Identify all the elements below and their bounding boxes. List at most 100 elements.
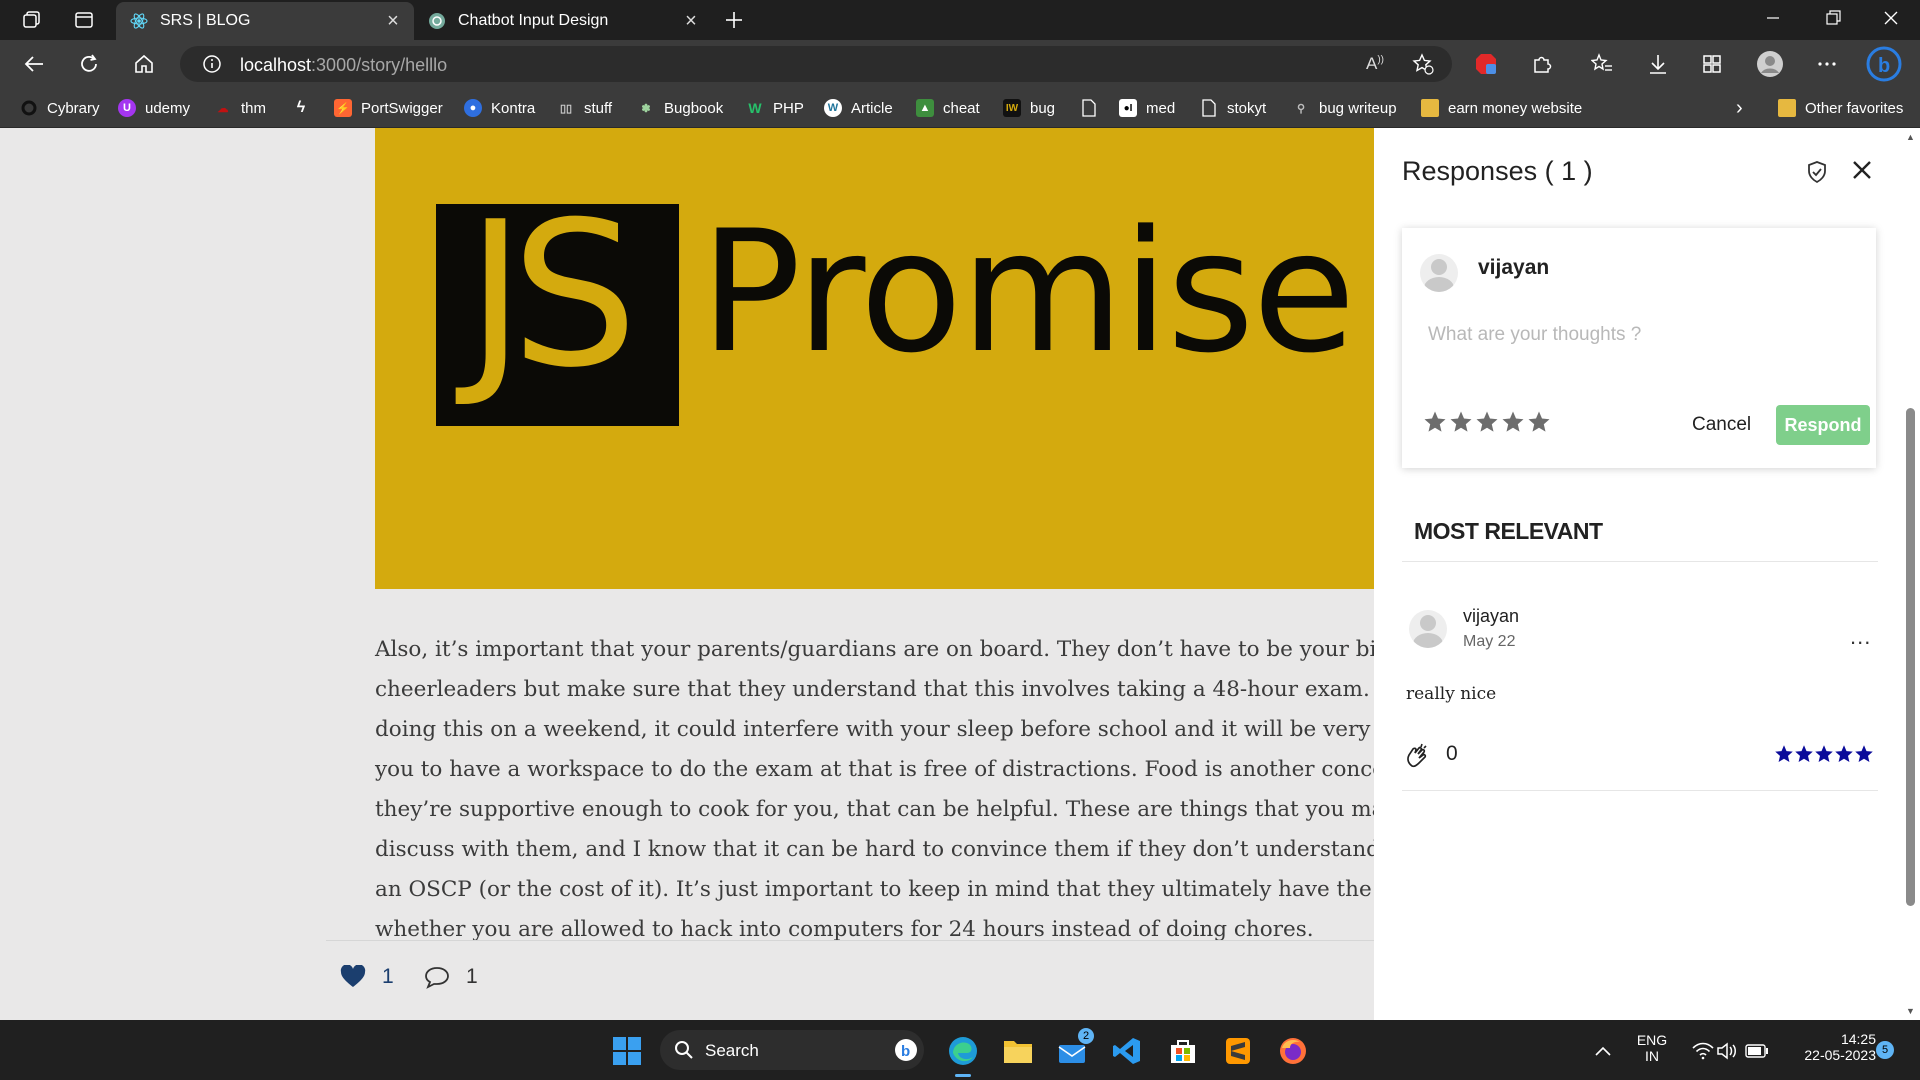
profile-avatar-icon[interactable] bbox=[1756, 50, 1784, 78]
star-icon[interactable] bbox=[1526, 410, 1552, 434]
more-options-icon[interactable]: ... bbox=[1850, 624, 1871, 650]
sublime-text-icon[interactable] bbox=[1221, 1034, 1255, 1068]
bookmark-php[interactable]: W PHP bbox=[746, 97, 803, 119]
bookmark-stuff[interactable]: ▯▯ stuff bbox=[557, 97, 612, 119]
star-icon[interactable] bbox=[1448, 410, 1474, 434]
response-input[interactable] bbox=[1428, 324, 1848, 346]
close-icon[interactable] bbox=[1850, 158, 1874, 187]
taskbar-search-box[interactable]: Search b bbox=[660, 1030, 924, 1070]
page-content: JS Promise Also, it’s important that you… bbox=[0, 128, 1920, 1020]
bookmarks-overflow-chevron-icon[interactable]: › bbox=[1736, 97, 1743, 119]
tab-chatbot-input-design[interactable]: Chatbot Input Design × bbox=[414, 2, 712, 40]
volume-icon[interactable] bbox=[1710, 1034, 1744, 1068]
bookmark-bug[interactable]: IW bug bbox=[1003, 97, 1055, 119]
site-info-icon[interactable] bbox=[202, 54, 222, 79]
like-button[interactable]: 1 bbox=[340, 965, 394, 989]
battery-icon[interactable] bbox=[1740, 1034, 1774, 1068]
file-explorer-icon[interactable] bbox=[1001, 1034, 1035, 1068]
scroll-up-icon[interactable]: ▲ bbox=[1906, 132, 1915, 142]
clock-date: 22-05-2023 bbox=[1804, 1047, 1876, 1063]
portswigger-icon: ⚡ bbox=[334, 99, 352, 117]
article-line: Also, it’s important that your parents/g… bbox=[375, 637, 1391, 662]
bookmark-article[interactable]: W Article bbox=[824, 97, 893, 119]
favorites-icon[interactable] bbox=[1590, 52, 1614, 76]
bing-icon: b bbox=[894, 1038, 918, 1067]
settings-more-icon[interactable] bbox=[1815, 52, 1839, 76]
scrollbar-thumb[interactable] bbox=[1906, 408, 1915, 906]
bookmark-stokyt[interactable]: stokyt bbox=[1200, 97, 1266, 119]
close-tab-icon[interactable]: × bbox=[384, 11, 402, 31]
bookmark-bug-writeup[interactable]: ⚲ bug writeup bbox=[1292, 97, 1397, 119]
article-line: discuss with them, and I know that it ca… bbox=[375, 837, 1380, 862]
bookmark-earn-money-website[interactable]: earn money website bbox=[1421, 97, 1582, 119]
edge-browser-icon[interactable] bbox=[946, 1034, 980, 1068]
clock[interactable]: 14:25 22-05-2023 bbox=[1780, 1031, 1876, 1063]
back-arrow-icon[interactable] bbox=[22, 52, 46, 76]
windows-taskbar: Search b 2 ENG IN 14:25 22-05-2023 5 bbox=[0, 1020, 1920, 1080]
star-icon[interactable] bbox=[1474, 410, 1500, 434]
respond-button[interactable]: Respond bbox=[1776, 405, 1870, 445]
tab-srs-blog[interactable]: SRS | BLOG × bbox=[116, 2, 414, 40]
article-hero-image: JS Promise bbox=[375, 128, 1375, 589]
refresh-icon[interactable] bbox=[77, 52, 101, 76]
downloads-icon[interactable] bbox=[1646, 52, 1670, 76]
bookmark-portswigger[interactable]: ⚡ PortSwigger bbox=[334, 97, 443, 119]
comment-username[interactable]: vijayan bbox=[1463, 606, 1519, 627]
wordpress-icon: W bbox=[824, 99, 842, 117]
new-tab-icon[interactable] bbox=[722, 8, 746, 32]
shield-icon[interactable] bbox=[1806, 160, 1828, 189]
star-icon[interactable] bbox=[1500, 410, 1526, 434]
adblock-extension-icon[interactable] bbox=[1474, 52, 1498, 76]
tab-title: Chatbot Input Design bbox=[458, 12, 609, 29]
page-scrollbar[interactable]: ▲ ▼ bbox=[1902, 128, 1920, 1020]
collections-icon[interactable] bbox=[1700, 52, 1724, 76]
close-window-button[interactable] bbox=[1876, 8, 1906, 32]
language-indicator[interactable]: ENG IN bbox=[1632, 1032, 1672, 1064]
windows-start-icon[interactable] bbox=[610, 1034, 644, 1068]
bookmark-bugbook[interactable]: ✽ Bugbook bbox=[637, 97, 723, 119]
system-tray-chevron-up-icon[interactable] bbox=[1586, 1034, 1620, 1068]
cybrary-icon bbox=[20, 99, 38, 117]
bookmark-med[interactable]: ●I med bbox=[1119, 97, 1175, 119]
restore-button[interactable] bbox=[1818, 8, 1848, 32]
php-icon: W bbox=[748, 100, 762, 116]
notification-badge[interactable]: 5 bbox=[1876, 1041, 1894, 1059]
divider bbox=[1402, 561, 1878, 562]
bookmark-bird[interactable]: ϟ bbox=[292, 97, 319, 119]
mail-icon[interactable]: 2 bbox=[1056, 1028, 1094, 1068]
clap-icon[interactable] bbox=[1404, 742, 1430, 773]
comment-button[interactable]: 1 bbox=[424, 965, 478, 989]
region-code: IN bbox=[1645, 1048, 1659, 1064]
medium-icon: ●I bbox=[1119, 99, 1137, 117]
folder-icon bbox=[1421, 99, 1439, 117]
star-icon bbox=[1795, 745, 1813, 762]
bookmark-cheat[interactable]: ▲ cheat bbox=[916, 97, 980, 119]
extensions-icon[interactable] bbox=[1530, 52, 1554, 76]
bookmark-kontra[interactable]: ● Kontra bbox=[464, 97, 535, 119]
url-text[interactable]: localhost:3000/story/helllo bbox=[240, 55, 447, 76]
star-icon[interactable] bbox=[1422, 410, 1448, 434]
comment-rating-stars bbox=[1774, 744, 1874, 764]
bing-chat-icon[interactable]: b bbox=[1866, 46, 1902, 82]
vscode-icon[interactable] bbox=[1110, 1034, 1144, 1068]
avatar bbox=[1409, 610, 1447, 648]
firefox-icon[interactable] bbox=[1276, 1034, 1310, 1068]
minimize-button[interactable] bbox=[1758, 8, 1788, 32]
add-favorite-icon[interactable] bbox=[1412, 53, 1434, 80]
close-tab-icon[interactable]: × bbox=[682, 11, 700, 31]
bookmark-cybrary[interactable]: Cybrary bbox=[20, 97, 100, 119]
home-icon[interactable] bbox=[132, 52, 156, 76]
read-aloud-icon[interactable]: A)) bbox=[1366, 54, 1384, 74]
bookmark-thm[interactable]: ☁ thm bbox=[214, 97, 267, 119]
microsoft-store-icon[interactable] bbox=[1166, 1034, 1200, 1068]
address-bar[interactable]: localhost:3000/story/helllo A)) bbox=[180, 46, 1452, 82]
bookmark-page[interactable] bbox=[1080, 97, 1107, 119]
bookmark-udemy[interactable]: Uudemy bbox=[118, 97, 190, 119]
tab-actions-icon[interactable] bbox=[72, 8, 96, 32]
thm-icon: ☁ bbox=[217, 102, 229, 115]
scroll-down-icon[interactable]: ▼ bbox=[1906, 1006, 1915, 1016]
bookmark-other-favorites[interactable]: Other favorites bbox=[1778, 97, 1903, 119]
rating-stars-input[interactable] bbox=[1422, 410, 1552, 434]
cancel-button[interactable]: Cancel bbox=[1692, 405, 1751, 445]
workspaces-icon[interactable] bbox=[20, 8, 44, 32]
